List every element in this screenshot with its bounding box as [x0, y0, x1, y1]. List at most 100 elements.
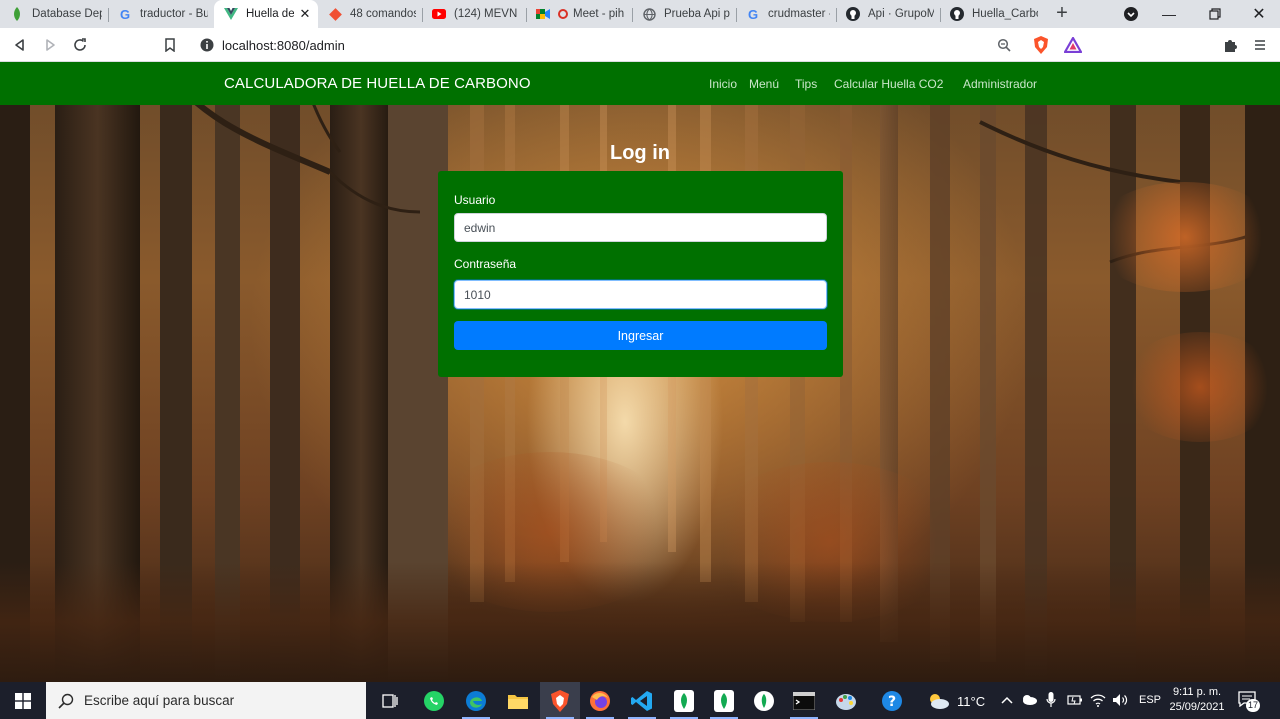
- taskbar-app-firefox[interactable]: [580, 682, 620, 719]
- volume-icon[interactable]: [1112, 693, 1128, 707]
- nav-link-administrador[interactable]: Administrador: [963, 77, 1037, 91]
- github-icon: [846, 7, 860, 21]
- browser-tab[interactable]: Huella_Carbo: [940, 0, 1044, 28]
- onedrive-cloud-icon[interactable]: [1021, 694, 1037, 705]
- puzzle-icon: [1224, 39, 1237, 52]
- tab-search-button[interactable]: [1110, 0, 1152, 28]
- reload-button[interactable]: [70, 35, 90, 55]
- taskbar-app-mongodb-shell[interactable]: [744, 682, 784, 719]
- password-input[interactable]: [454, 280, 827, 309]
- taskbar-app-help[interactable]: ?: [872, 682, 912, 719]
- minimize-button[interactable]: —: [1148, 0, 1190, 28]
- taskbar-app-mongodb-compass[interactable]: [664, 682, 704, 719]
- paint-palette-icon: [836, 693, 856, 710]
- close-tab-icon[interactable]: ✕: [298, 7, 312, 21]
- back-icon: [15, 39, 24, 51]
- taskbar-app-mongodb[interactable]: [704, 682, 744, 719]
- mongodb-leaf-icon: [754, 690, 774, 711]
- login-submit-button[interactable]: Ingresar: [454, 321, 827, 350]
- input-language[interactable]: ESP: [1139, 694, 1161, 706]
- git-icon: [328, 7, 342, 21]
- svg-text:?: ?: [888, 694, 896, 710]
- leaf-icon: [10, 7, 24, 21]
- taskbar-app-terminal[interactable]: [784, 682, 824, 719]
- address-bar[interactable]: localhost:8080/admin: [190, 31, 1090, 59]
- forward-button[interactable]: [40, 35, 60, 55]
- nav-link-calcular[interactable]: Calcular Huella CO2: [834, 77, 943, 91]
- site-navbar: CALCULADORA DE HUELLA DE CARBONO Inicio …: [0, 62, 1280, 105]
- brave-shield-icon[interactable]: [1032, 36, 1050, 54]
- chevron-down-icon: [1124, 7, 1138, 21]
- clock-time: 9:11 p. m.: [1172, 686, 1222, 698]
- notifications-button[interactable]: 17: [1238, 691, 1260, 712]
- battery-plug-icon[interactable]: [1067, 694, 1083, 706]
- browser-tab[interactable]: Meet - pih: [526, 0, 632, 28]
- browser-tab-active[interactable]: Huella de ✕: [214, 0, 318, 28]
- recording-indicator-icon: [558, 9, 568, 19]
- weather-temperature[interactable]: 11°C: [957, 694, 985, 709]
- leaf-cluster: [1120, 332, 1280, 442]
- site-info-icon[interactable]: [198, 36, 216, 54]
- chevron-up-icon[interactable]: [1001, 695, 1013, 705]
- taskbar-app-brave[interactable]: [540, 682, 580, 719]
- restore-button[interactable]: [1194, 0, 1236, 28]
- bookmark-button[interactable]: [160, 35, 180, 55]
- restore-icon: [1209, 8, 1221, 20]
- whatsapp-icon: [424, 690, 444, 711]
- firefox-icon: [590, 690, 610, 711]
- close-window-button[interactable]: ✕: [1238, 0, 1280, 28]
- browser-tab[interactable]: Api · GrupoM: [836, 0, 940, 28]
- browser-toolbar: localhost:8080/admin: [0, 28, 1280, 62]
- browser-tab[interactable]: Prueba Api pe: [632, 0, 736, 28]
- taskbar-app-paint[interactable]: [826, 682, 866, 719]
- taskbar-app-explorer[interactable]: [498, 682, 538, 719]
- windows-taskbar: Escribe aquí para buscar ? 11°C ESP 9:11…: [0, 682, 1280, 719]
- start-button[interactable]: [0, 682, 46, 719]
- weather-cloud-sun-icon[interactable]: [926, 691, 950, 711]
- back-button[interactable]: [10, 35, 30, 55]
- wifi-icon[interactable]: [1090, 693, 1106, 707]
- bookmark-icon: [165, 38, 175, 52]
- taskbar-clock[interactable]: 9:11 p. m. 25/09/2021: [1164, 685, 1230, 715]
- browser-tab[interactable]: 48 comandos: [318, 0, 422, 28]
- taskbar-search[interactable]: Escribe aquí para buscar: [46, 682, 366, 719]
- login-card: Usuario Contraseña Ingresar: [438, 171, 843, 377]
- task-view-icon: [382, 693, 398, 708]
- brave-rewards-icon[interactable]: [1064, 36, 1082, 54]
- site-brand[interactable]: CALCULADORA DE HUELLA DE CARBONO: [224, 75, 531, 92]
- browser-tab[interactable]: Database Dep: [0, 0, 108, 28]
- new-tab-button[interactable]: +: [1052, 3, 1072, 24]
- nav-link-tips[interactable]: Tips: [795, 77, 817, 91]
- minimize-icon: —: [1162, 6, 1176, 22]
- forward-icon: [46, 39, 55, 51]
- browser-tab[interactable]: G traductor - Bu: [108, 0, 214, 28]
- meet-icon: [536, 7, 550, 21]
- taskbar-app-edge[interactable]: [456, 682, 496, 719]
- url-text: localhost:8080/admin: [222, 38, 345, 53]
- browser-tab-bar: Database Dep G traductor - Bu Huella de …: [0, 0, 1280, 28]
- taskbar-app-whatsapp[interactable]: [414, 682, 454, 719]
- search-icon: [58, 693, 74, 709]
- reload-icon: [74, 38, 86, 51]
- search-placeholder: Escribe aquí para buscar: [84, 693, 235, 708]
- page-viewport: CALCULADORA DE HUELLA DE CARBONO Inicio …: [0, 62, 1280, 682]
- nav-link-menu[interactable]: Menú: [749, 77, 779, 91]
- google-icon: G: [119, 6, 131, 22]
- mongodb-leaf-icon: [674, 689, 694, 712]
- browser-menu-button[interactable]: [1250, 35, 1270, 55]
- nav-link-inicio[interactable]: Inicio: [709, 77, 737, 91]
- task-view-button[interactable]: [370, 682, 410, 719]
- browser-tab[interactable]: G crudmaster -: [736, 0, 836, 28]
- extensions-button[interactable]: [1220, 35, 1240, 55]
- vue-icon: [224, 7, 238, 21]
- youtube-icon: [432, 7, 446, 21]
- microphone-icon[interactable]: [1046, 692, 1056, 708]
- browser-tab[interactable]: (124) MEVN C: [422, 0, 526, 28]
- zoom-icon[interactable]: [995, 36, 1013, 54]
- globe-icon: [642, 7, 656, 21]
- taskbar-app-vscode[interactable]: [622, 682, 662, 719]
- windows-icon: [15, 692, 31, 709]
- close-icon: ✕: [1252, 6, 1266, 23]
- user-input[interactable]: [454, 213, 827, 242]
- forest-floor: [0, 562, 1280, 682]
